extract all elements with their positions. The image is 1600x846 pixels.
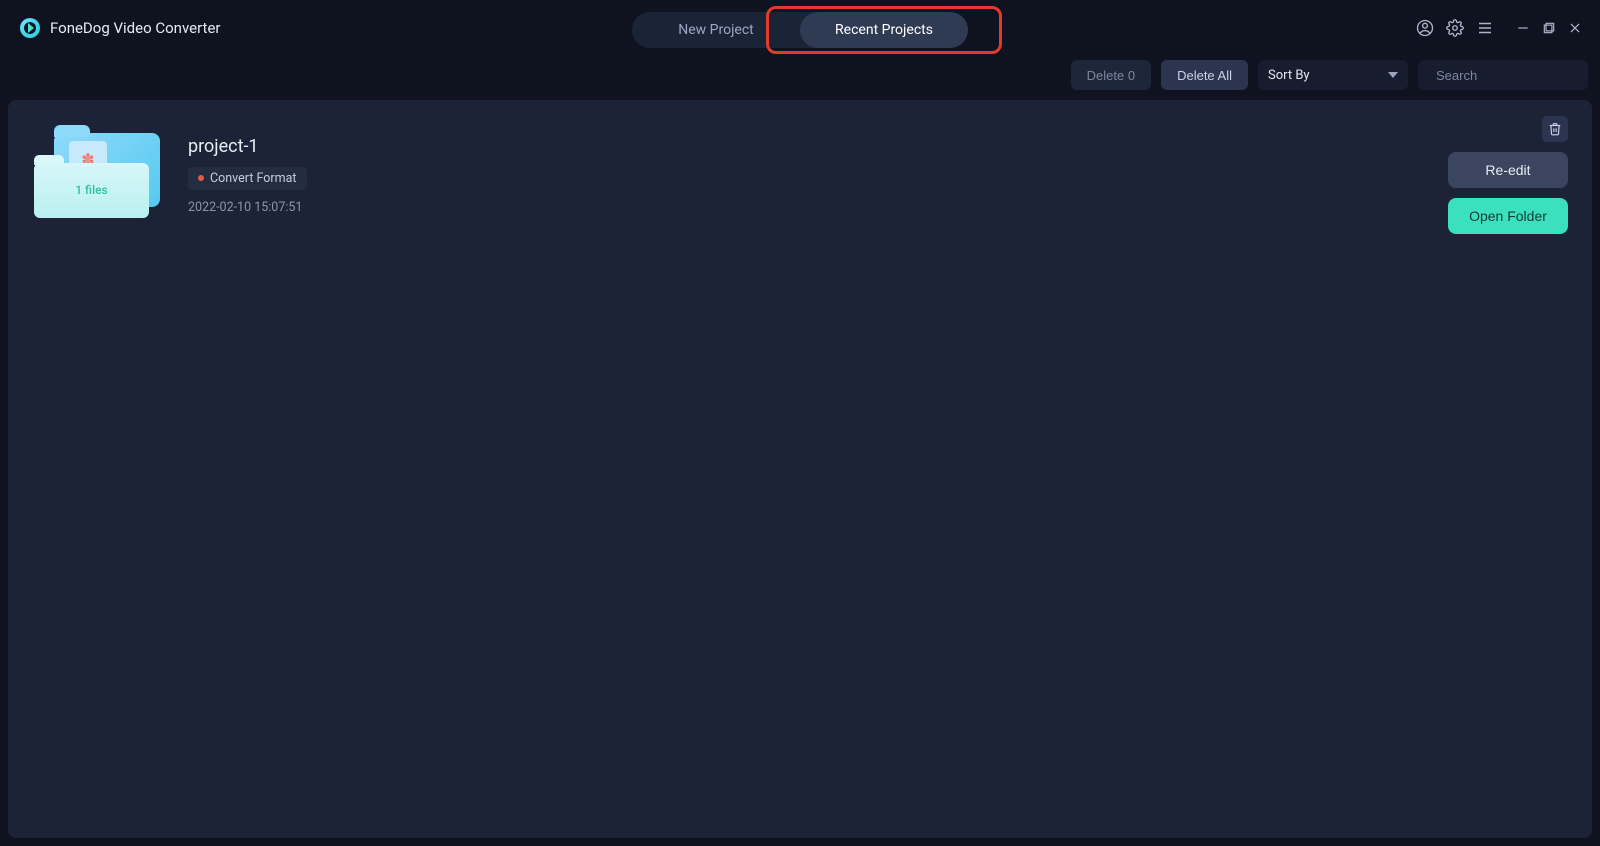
projects-panel: ✽ 1 files project-1 Convert Format 2022-…: [8, 100, 1592, 838]
delete-all-button[interactable]: Delete All: [1161, 60, 1248, 90]
trash-icon: [1548, 122, 1562, 136]
close-icon[interactable]: [1568, 21, 1582, 35]
tab-new-project[interactable]: New Project: [632, 12, 800, 48]
project-row: ✽ 1 files project-1 Convert Format 2022-…: [24, 116, 1576, 234]
window-controls: [1416, 19, 1592, 37]
open-folder-button[interactable]: Open Folder: [1448, 198, 1568, 234]
sort-by-dropdown[interactable]: Sort By: [1258, 60, 1408, 90]
gear-icon[interactable]: [1446, 19, 1464, 37]
status-dot-icon: [198, 175, 204, 181]
tab-recent-projects[interactable]: Recent Projects: [800, 12, 968, 48]
search-box[interactable]: [1418, 60, 1588, 90]
search-input[interactable]: [1436, 68, 1600, 83]
project-meta: project-1 Convert Format 2022-02-10 15:0…: [188, 136, 307, 215]
maximize-icon[interactable]: [1542, 21, 1556, 35]
app-title: FoneDog Video Converter: [50, 19, 220, 37]
minimize-icon[interactable]: [1516, 21, 1530, 35]
chevron-down-icon: [1388, 72, 1398, 78]
title-bar: FoneDog Video Converter New Project Rece…: [8, 0, 1592, 56]
project-title: project-1: [188, 136, 307, 157]
account-icon[interactable]: [1416, 19, 1434, 37]
main-tabs: New Project Recent Projects: [632, 12, 968, 48]
project-timestamp: 2022-02-10 15:07:51: [188, 200, 307, 215]
toolbar: Delete 0 Delete All Sort By: [8, 56, 1592, 100]
delete-selected-button[interactable]: Delete 0: [1071, 60, 1151, 90]
project-thumbnail: ✽ 1 files: [34, 133, 164, 218]
project-actions: Re-edit Open Folder: [1448, 116, 1576, 234]
delete-project-button[interactable]: [1542, 116, 1568, 142]
app-window: FoneDog Video Converter New Project Rece…: [0, 0, 1600, 846]
menu-icon[interactable]: [1476, 19, 1494, 37]
sort-by-label: Sort By: [1268, 68, 1310, 83]
project-tag: Convert Format: [188, 167, 307, 190]
files-count-badge: 1 files: [34, 163, 149, 218]
reedit-button[interactable]: Re-edit: [1448, 152, 1568, 188]
app-logo-icon: [20, 18, 40, 38]
brand: FoneDog Video Converter: [8, 18, 220, 38]
project-tag-label: Convert Format: [210, 171, 297, 186]
